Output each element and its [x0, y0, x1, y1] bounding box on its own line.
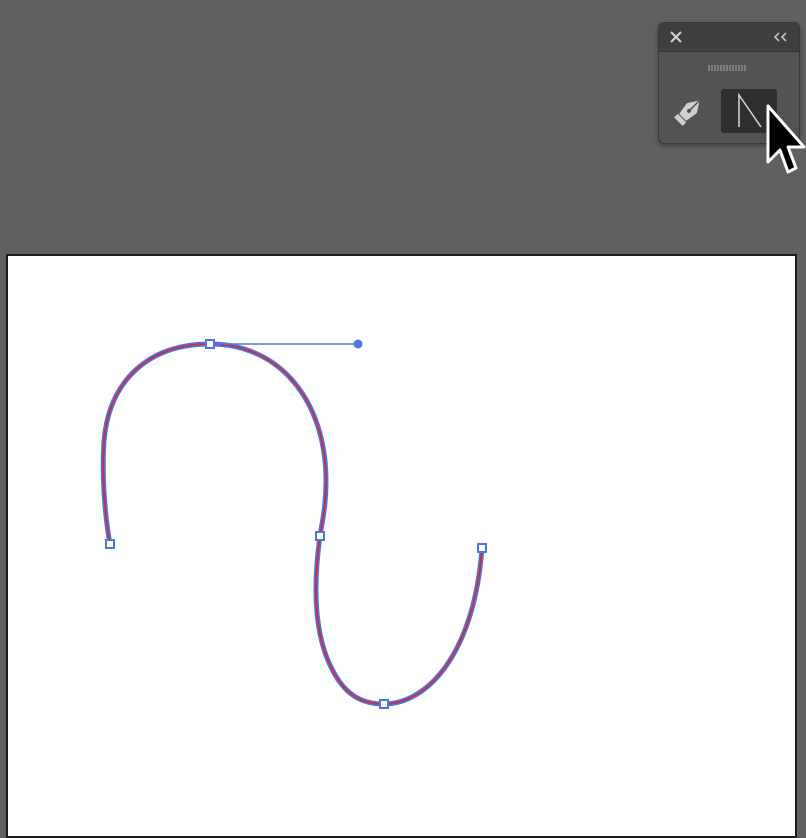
anchor-point-icon [738, 92, 762, 128]
anchor-points [105, 339, 487, 709]
artboard-canvas[interactable] [8, 256, 795, 822]
anchor-point[interactable] [477, 543, 487, 553]
anchor-point[interactable] [315, 531, 325, 541]
artboard[interactable] [6, 254, 797, 838]
handle-point[interactable] [353, 339, 363, 349]
anchor-point[interactable] [379, 699, 389, 709]
drag-grip-icon[interactable] [707, 57, 747, 71]
pen-tool-button[interactable] [661, 89, 717, 133]
panel-titlebar[interactable] [659, 23, 799, 52]
pen-icon [674, 99, 701, 126]
workspace [0, 0, 806, 838]
tool-panel [658, 22, 800, 144]
curvature-anchor-tool-button[interactable] [721, 89, 777, 133]
double-chevron-left-icon[interactable] [771, 28, 791, 46]
anchor-point[interactable] [205, 339, 215, 349]
anchor-point[interactable] [105, 539, 115, 549]
close-icon[interactable] [667, 28, 685, 46]
bezier-path[interactable] [100, 341, 485, 707]
